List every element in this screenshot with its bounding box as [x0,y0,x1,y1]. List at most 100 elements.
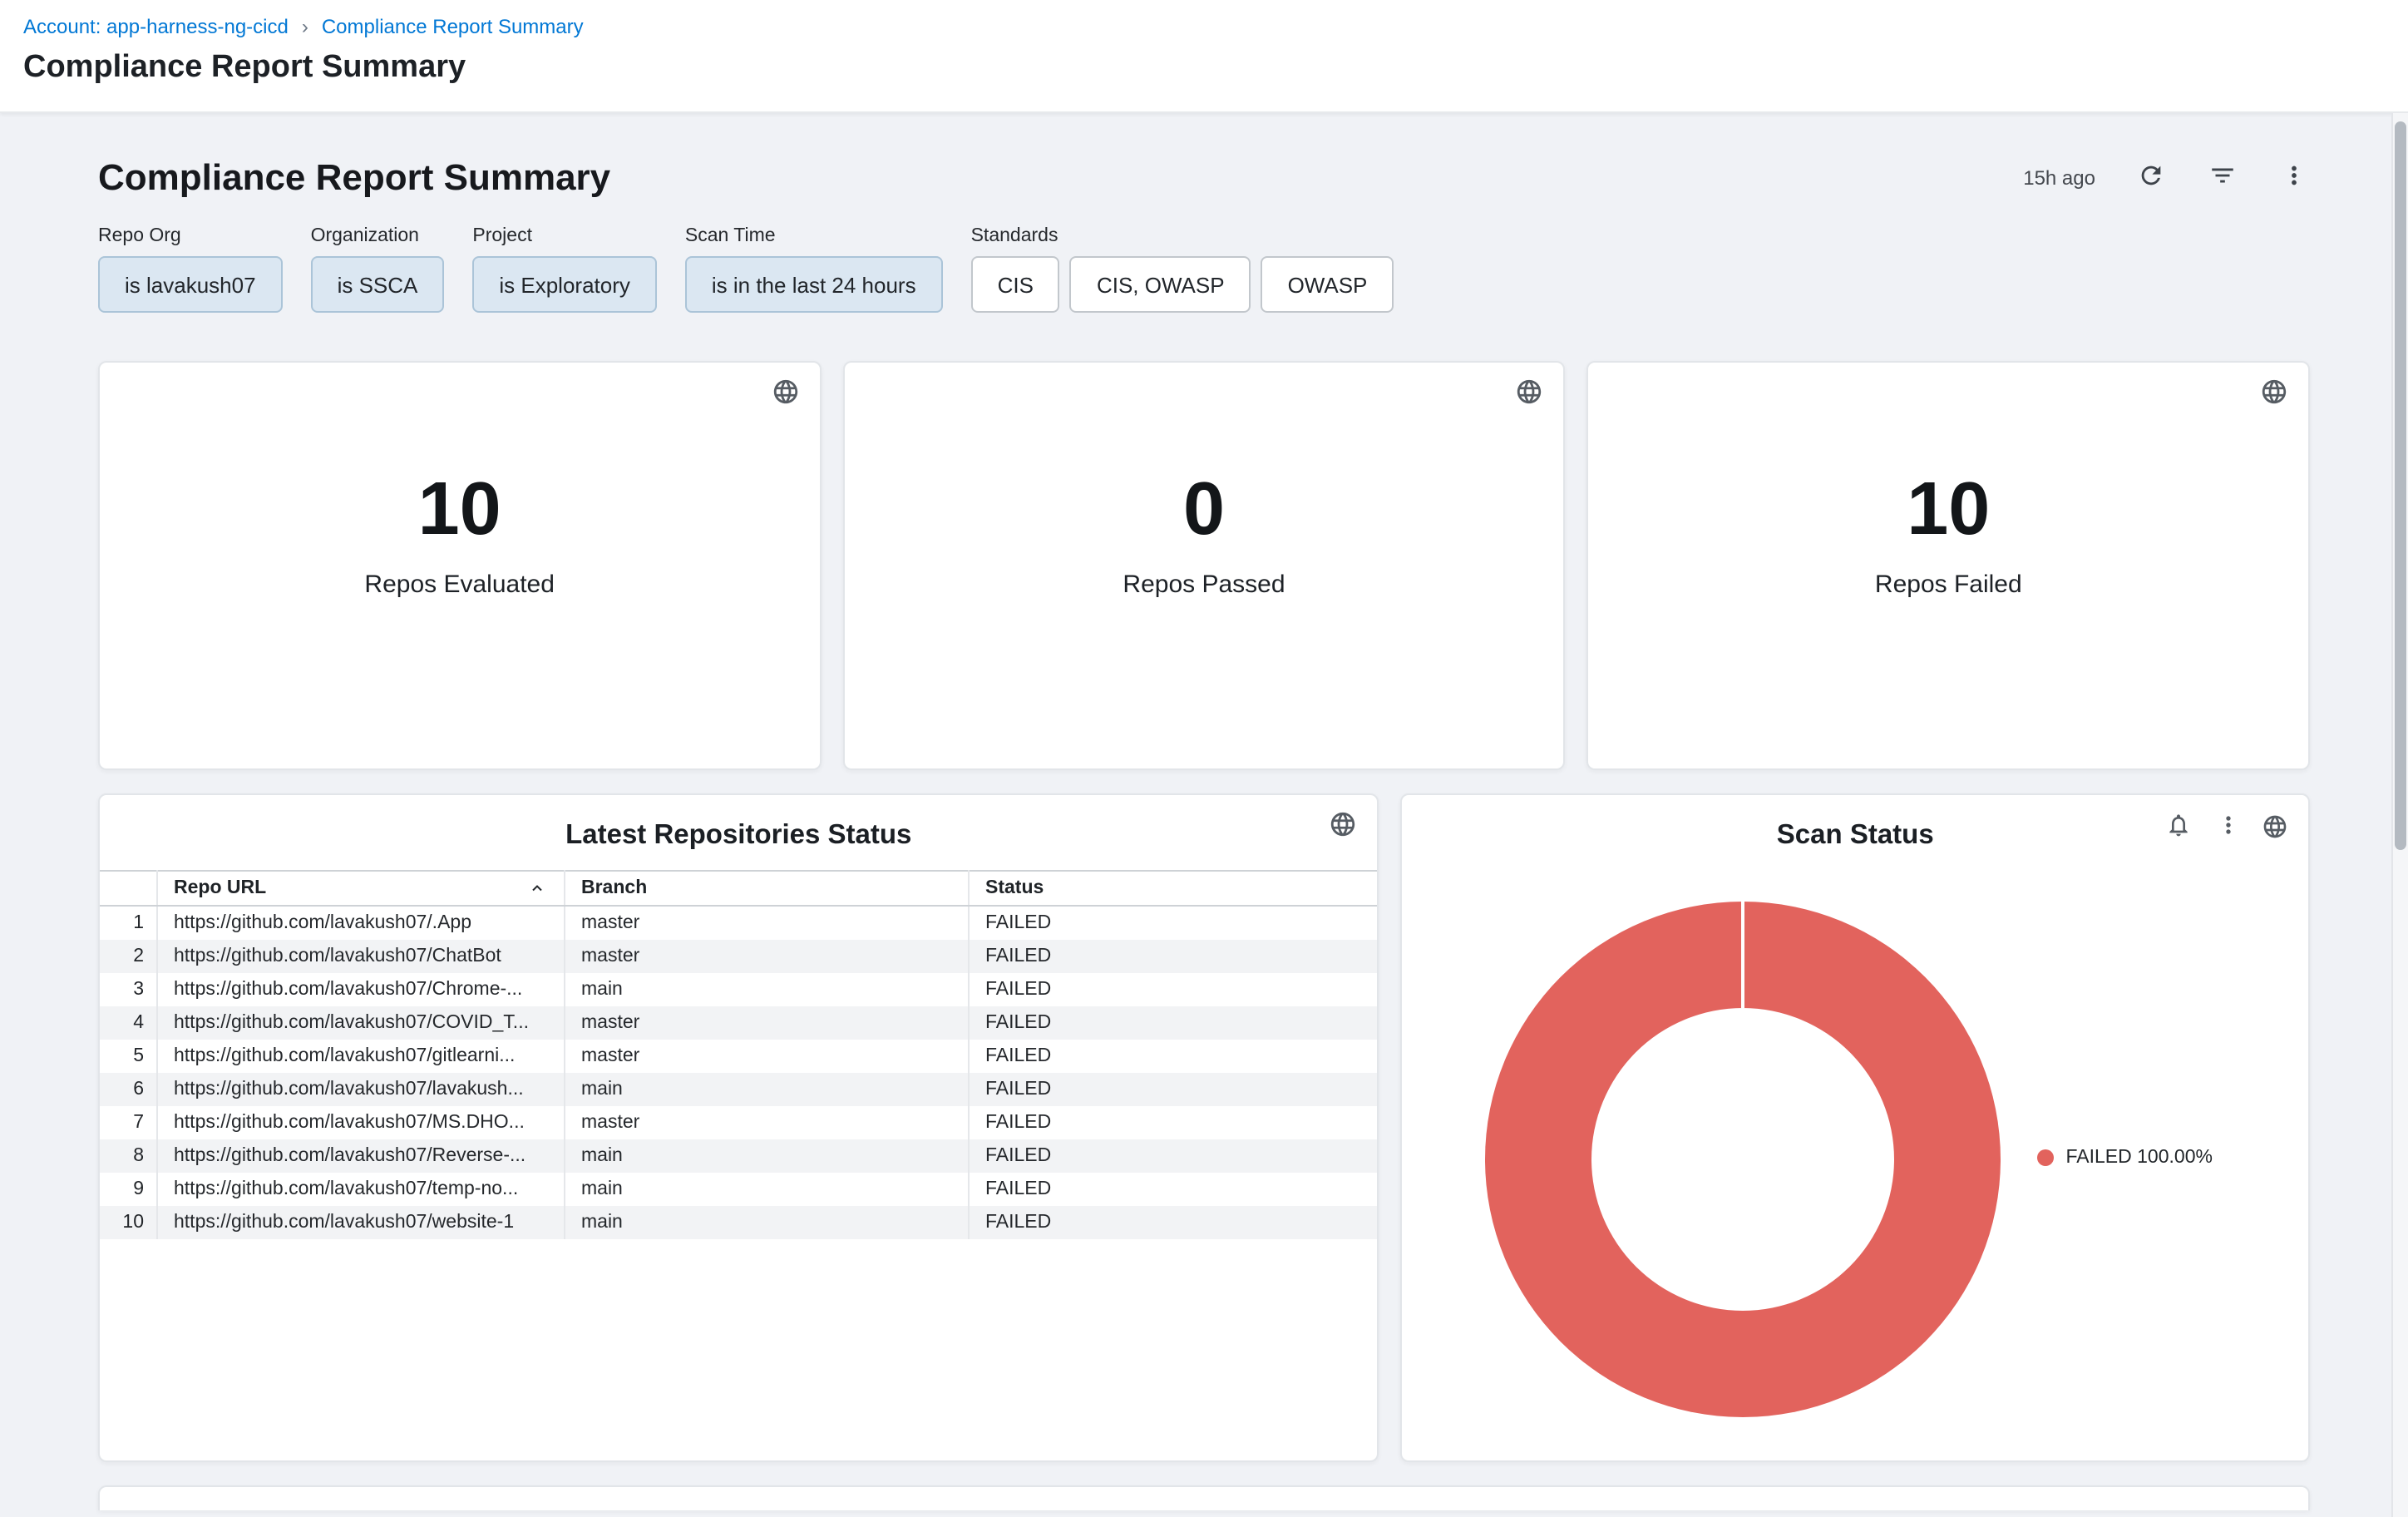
row-index: 2 [100,940,156,973]
vertical-scrollbar[interactable] [2391,113,2408,1517]
dashboard-more-options-button[interactable] [2277,161,2310,195]
row-status: FAILED [968,1006,1378,1040]
row-branch: master [564,1006,968,1040]
filter-group-repo-org: Repo Org is lavakush07 [98,226,283,313]
row-branch: main [564,1173,968,1206]
filter-chip-project[interactable]: is Exploratory [472,256,657,313]
bell-icon [2165,811,2192,843]
filter-label: Project [472,226,657,246]
breadcrumb-account-link[interactable]: Account: app-harness-ng-cicd [23,15,289,38]
filter-chip-standards-cis[interactable]: CIS [971,256,1060,313]
row-branch: master [564,940,968,973]
globe-icon [1330,810,1358,838]
next-tile-row-edge [98,1485,2310,1510]
legend-swatch [2038,1149,2055,1166]
repos-passed-label: Repos Passed [1123,570,1285,598]
filter-label: Standards [971,226,1394,246]
repo-status-table: Repo URL Branch Status 1 https://github.… [100,870,1378,1239]
branch-column-header[interactable]: Branch [564,871,968,906]
app-window: Account: app-harness-ng-cicd › Complianc… [0,0,2408,1517]
filter-group-standards: Standards CIS CIS, OWASP OWASP [971,226,1394,313]
page-header: Account: app-harness-ng-cicd › Complianc… [0,0,2408,113]
alerts-button[interactable] [2162,810,2195,843]
table-row: 8 https://github.com/lavakush07/Reverse-… [100,1139,1378,1173]
table-row: 10 https://github.com/lavakush07/website… [100,1206,1378,1239]
filters-bar: Repo Org is lavakush07 Organization is S… [98,226,2310,313]
row-status: FAILED [968,906,1378,940]
tile-more-options-button[interactable] [2212,810,2245,843]
filter-label: Organization [311,226,445,246]
breadcrumb-current-link[interactable]: Compliance Report Summary [322,15,584,38]
chart-legend: FAILED 100.00% [2038,1148,2213,1168]
kebab-menu-icon [2279,161,2307,195]
row-index: 10 [100,1206,156,1239]
repos-passed-value: 0 [1183,470,1225,545]
filter-list-icon [2208,161,2236,195]
row-repo-url: https://github.com/lavakush07/lavakush..… [156,1073,564,1106]
row-status: FAILED [968,1040,1378,1073]
row-repo-url: https://github.com/lavakush07/MS.DHO... [156,1106,564,1139]
row-status: FAILED [968,1139,1378,1173]
row-status: FAILED [968,940,1378,973]
row-branch: main [564,1073,968,1106]
donut-hole [1592,1008,1895,1311]
status-column-header[interactable]: Status [968,871,1378,906]
row-status: FAILED [968,1073,1378,1106]
row-status: FAILED [968,1106,1378,1139]
table-row: 5 https://github.com/lavakush07/gitlearn… [100,1040,1378,1073]
row-repo-url: https://github.com/lavakush07/Reverse-..… [156,1139,564,1173]
legend-label: FAILED 100.00% [2066,1148,2213,1168]
row-repo-url: https://github.com/lavakush07/COVID_T... [156,1006,564,1040]
row-index: 9 [100,1173,156,1206]
table-row: 1 https://github.com/lavakush07/.App mas… [100,906,1378,940]
row-status: FAILED [968,973,1378,1006]
repo-table-body: 1 https://github.com/lavakush07/.App mas… [100,906,1378,1239]
last-refresh-time: 15h ago [2023,166,2095,190]
filter-chip-standards-cis-owasp[interactable]: CIS, OWASP [1070,256,1251,313]
row-index: 3 [100,973,156,1006]
filter-chip-scan-time[interactable]: is in the last 24 hours [685,256,943,313]
breadcrumb: Account: app-harness-ng-cicd › Complianc… [23,15,2381,38]
filter-chip-repo-org[interactable]: is lavakush07 [98,256,283,313]
filter-label: Repo Org [98,226,283,246]
row-index: 7 [100,1106,156,1139]
row-index: 8 [100,1139,156,1173]
row-branch: main [564,1139,968,1173]
latest-repositories-status-tile: Latest Repositories Status Repo URL [98,793,1379,1462]
row-repo-url: https://github.com/lavakush07/gitlearni.… [156,1040,564,1073]
repos-evaluated-value: 10 [418,470,501,545]
dashboard-title: Compliance Report Summary [98,156,610,200]
scan-status-tile-actions [2162,810,2288,843]
filter-label: Scan Time [685,226,943,246]
breadcrumb-separator-icon: › [302,15,308,38]
row-status: FAILED [968,1173,1378,1206]
stat-tile-grid: 10 Repos Evaluated 0 Repos Passed 10 Rep… [98,361,2310,770]
bottom-tile-grid: Latest Repositories Status Repo URL [98,793,2310,1462]
filter-group-organization: Organization is SSCA [311,226,445,313]
dashboard-header: Compliance Report Summary 15h ago [98,113,2310,200]
table-row: 3 https://github.com/lavakush07/Chrome-.… [100,973,1378,1006]
refresh-icon [2136,161,2164,195]
page-title: Compliance Report Summary [23,50,2381,86]
row-repo-url: https://github.com/lavakush07/temp-no... [156,1173,564,1206]
scan-status-donut-chart[interactable] [1486,902,2001,1417]
globe-icon [1516,378,1544,406]
row-number-column-header [100,871,156,906]
filter-chip-organization[interactable]: is SSCA [311,256,445,313]
globe-icon [2262,813,2288,840]
table-header-row: Repo URL Branch Status [100,871,1378,906]
repos-failed-label: Repos Failed [1875,570,2022,598]
table-row: 2 https://github.com/lavakush07/ChatBot … [100,940,1378,973]
dashboard-canvas: Compliance Report Summary 15h ago [0,113,2408,1517]
table-row: 7 https://github.com/lavakush07/MS.DHO..… [100,1106,1378,1139]
table-row: 4 https://github.com/lavakush07/COVID_T.… [100,1006,1378,1040]
filter-button[interactable] [2205,161,2238,195]
filter-chip-standards-owasp[interactable]: OWASP [1261,256,1394,313]
globe-icon [771,378,799,406]
repo-url-column-header[interactable]: Repo URL [156,871,564,906]
row-status: FAILED [968,1206,1378,1239]
row-branch: main [564,973,968,1006]
row-repo-url: https://github.com/lavakush07/Chrome-... [156,973,564,1006]
refresh-button[interactable] [2134,161,2167,195]
scrollbar-thumb[interactable] [2395,121,2406,850]
